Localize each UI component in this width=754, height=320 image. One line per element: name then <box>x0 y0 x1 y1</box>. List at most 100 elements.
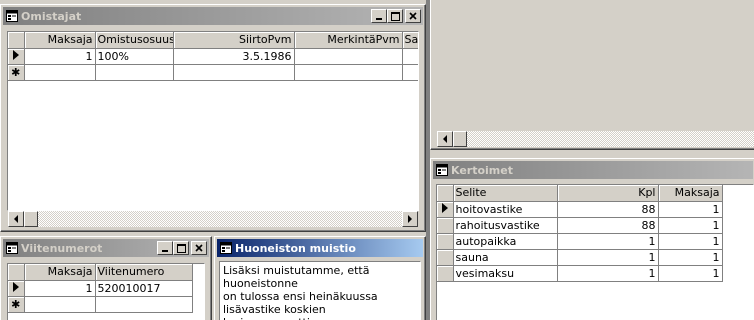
minimize-button[interactable] <box>157 241 173 255</box>
cell-omistusosuus[interactable]: 100% <box>95 48 174 65</box>
column-header-kpl[interactable]: Kpl <box>557 185 659 202</box>
new-cell[interactable] <box>402 64 418 81</box>
cell-maksaja[interactable]: 1 <box>24 48 96 65</box>
cell-maksaja[interactable]: 1 <box>658 233 723 250</box>
column-header-merkintapvm[interactable]: MerkintäPvm <box>294 32 403 49</box>
column-header-siirtopvm[interactable]: SiirtoPvm <box>173 32 295 49</box>
new-cell[interactable] <box>294 64 403 81</box>
table-row[interactable]: rahoitusvastike 88 1 <box>437 217 723 234</box>
scroll-thumb[interactable] <box>453 131 467 147</box>
scroll-right-button[interactable] <box>402 211 418 227</box>
muistio-titlebar[interactable]: Huoneiston muistio <box>217 239 423 257</box>
column-header-maksaja[interactable]: Maksaja <box>658 185 723 202</box>
corner-cell <box>437 185 454 202</box>
cell-kpl[interactable]: 1 <box>557 249 659 266</box>
cell-kpl[interactable]: 88 <box>557 201 659 218</box>
record-selector[interactable] <box>437 217 454 234</box>
minimize-icon <box>376 18 382 20</box>
maximize-icon <box>390 11 400 21</box>
table-row[interactable]: sauna 1 1 <box>437 249 723 266</box>
column-header-omistusosuus[interactable]: Omistusosuus <box>95 32 174 49</box>
cell-viitenumero[interactable]: 520010017 <box>95 280 193 297</box>
cell-selite[interactable]: hoitovastike <box>453 201 558 218</box>
new-cell[interactable] <box>95 64 174 81</box>
new-record-row[interactable]: ✱ <box>8 296 193 313</box>
minimize-button[interactable] <box>371 9 387 23</box>
cell-saa[interactable] <box>402 48 418 65</box>
window-title: Viitenumerot <box>21 241 103 255</box>
minimize-icon <box>162 250 168 252</box>
new-record-selector[interactable]: ✱ <box>8 296 25 313</box>
corner-cell <box>8 32 25 49</box>
column-header-selite[interactable]: Selite <box>453 185 558 202</box>
kertoimet-titlebar[interactable]: Kertoimet <box>433 161 753 179</box>
scroll-left-button[interactable] <box>437 131 453 147</box>
new-cell[interactable] <box>24 64 96 81</box>
omistajat-titlebar[interactable]: Omistajat <box>3 7 423 25</box>
cell-selite[interactable]: vesimaksu <box>453 265 558 282</box>
close-icon <box>195 244 203 252</box>
omistajat-horizontal-scrollbar[interactable] <box>8 211 418 227</box>
viitenumerot-titlebar[interactable]: Viitenumerot <box>3 239 209 257</box>
column-header-maksaja[interactable]: Maksaja <box>24 32 96 49</box>
muistio-textbox[interactable]: Lisäksi muistutamme, että huoneistonne o… <box>219 261 421 320</box>
cell-maksaja[interactable]: 1 <box>24 280 96 297</box>
column-header-saa[interactable]: Saa <box>402 32 418 49</box>
omistajat-window: Omistajat Maksaja Omistusosuus SiirtoPvm… <box>0 4 426 232</box>
maximize-button[interactable] <box>173 241 189 255</box>
background-window <box>430 0 754 150</box>
kertoimet-datasheet: Selite Kpl Maksaja hoitovastike 88 1 rah… <box>436 184 754 320</box>
current-record-icon <box>12 281 19 292</box>
maximize-icon <box>176 243 186 253</box>
cell-selite[interactable]: autopaikka <box>453 233 558 250</box>
close-button[interactable] <box>191 241 207 255</box>
new-cell[interactable] <box>95 296 193 313</box>
table-row[interactable]: vesimaksu 1 1 <box>437 265 723 282</box>
background-horizontal-scrollbar[interactable] <box>437 131 754 147</box>
cell-selite[interactable]: sauna <box>453 249 558 266</box>
arrow-left-icon <box>443 135 447 143</box>
scroll-thumb[interactable] <box>24 211 38 227</box>
form-icon <box>220 242 232 254</box>
cell-maksaja[interactable]: 1 <box>658 217 723 234</box>
new-record-selector[interactable]: ✱ <box>8 64 25 81</box>
cell-kpl[interactable]: 88 <box>557 217 659 234</box>
window-title: Kertoimet <box>451 163 513 177</box>
cell-kpl[interactable]: 1 <box>557 265 659 282</box>
new-cell[interactable] <box>173 64 295 81</box>
viitenumerot-datasheet: Maksaja Viitenumero 1 520010017 ✱ <box>7 263 205 320</box>
table-row[interactable]: hoitovastike 88 1 <box>437 201 723 218</box>
new-record-icon: ✱ <box>11 65 21 79</box>
record-selector[interactable] <box>8 48 25 65</box>
cell-merkintapvm[interactable] <box>294 48 403 65</box>
record-selector[interactable] <box>437 249 454 266</box>
cell-maksaja[interactable]: 1 <box>658 265 723 282</box>
cell-selite[interactable]: rahoitusvastike <box>453 217 558 234</box>
record-selector[interactable] <box>437 233 454 250</box>
table-row[interactable]: 1 100% 3.5.1986 <box>8 48 418 65</box>
record-selector[interactable] <box>437 201 454 218</box>
cell-siirtopvm[interactable]: 3.5.1986 <box>173 48 295 65</box>
window-title: Huoneiston muistio <box>235 241 356 255</box>
table-row[interactable]: 1 520010017 <box>8 280 193 297</box>
column-header-viitenumero[interactable]: Viitenumero <box>95 264 193 281</box>
table-row[interactable]: autopaikka 1 1 <box>437 233 723 250</box>
form-icon <box>6 242 18 254</box>
note-line: Lisäksi muistutamme, että huoneistonne <box>223 264 370 290</box>
record-selector[interactable] <box>437 265 454 282</box>
omistajat-datasheet: Maksaja Omistusosuus SiirtoPvm MerkintäP… <box>7 31 419 211</box>
close-button[interactable] <box>405 9 421 23</box>
kertoimet-window: Kertoimet Selite Kpl Maksaja hoitovastik… <box>430 158 754 320</box>
maximize-button[interactable] <box>387 9 403 23</box>
viitenumerot-window: Viitenumerot Maksaja Viitenumero 1 52001… <box>0 236 212 320</box>
new-cell[interactable] <box>24 296 96 313</box>
note-line: on tulossa ensi heinäkuussa <box>223 290 378 303</box>
cell-maksaja[interactable]: 1 <box>658 201 723 218</box>
scroll-left-button[interactable] <box>8 211 24 227</box>
new-record-row[interactable]: ✱ <box>8 64 418 81</box>
record-selector[interactable] <box>8 280 25 297</box>
column-header-maksaja[interactable]: Maksaja <box>24 264 96 281</box>
new-record-icon: ✱ <box>11 297 21 311</box>
cell-maksaja[interactable]: 1 <box>658 249 723 266</box>
cell-kpl[interactable]: 1 <box>557 233 659 250</box>
